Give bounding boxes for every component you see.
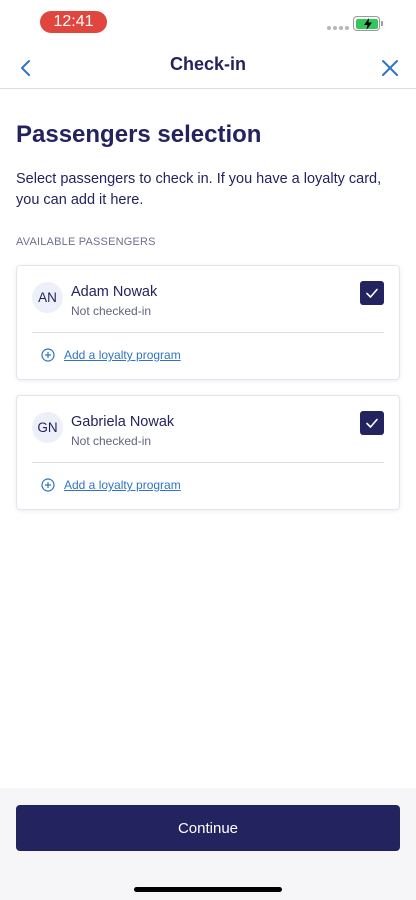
close-button[interactable] [378, 56, 402, 80]
loyalty-link-label[interactable]: Add a loyalty program [64, 348, 181, 362]
battery-icon [353, 16, 380, 31]
page-description: Select passengers to check in. If you ha… [16, 171, 382, 208]
nav-bar: Check-in [0, 44, 416, 89]
footer: Continue [0, 788, 416, 900]
passenger-checkbox[interactable] [360, 281, 384, 305]
checkmark-icon [366, 418, 378, 428]
divider [32, 332, 384, 333]
passenger-name: Adam Nowak [71, 284, 158, 300]
passenger-checkbox[interactable] [360, 411, 384, 435]
loyalty-link-label[interactable]: Add a loyalty program [64, 478, 181, 492]
passenger-name: Gabriela Nowak [71, 414, 175, 430]
nav-title: Check-in [169, 54, 247, 74]
section-label: AVAILABLE PASSENGERS [16, 236, 156, 248]
status-time: 12:41 [40, 11, 107, 33]
battery-nub [381, 21, 383, 26]
continue-button[interactable]: Continue [16, 805, 400, 851]
passenger-card: AN Adam Nowak Not checked-in Add a loyal… [16, 265, 400, 380]
checkmark-icon [366, 288, 378, 298]
avatar: GN [32, 412, 63, 443]
status-bar: 12:41 [0, 0, 416, 44]
avatar: AN [32, 282, 63, 313]
plus-circle-icon [41, 348, 55, 362]
passenger-card: GN Gabriela Nowak Not checked-in Add a l… [16, 395, 400, 510]
divider [32, 462, 384, 463]
home-indicator [134, 887, 282, 892]
passenger-status: Not checked-in [71, 304, 152, 318]
add-loyalty-program-link[interactable]: Add a loyalty program [41, 348, 181, 362]
page-title: Passengers selection [16, 121, 262, 148]
signal-icon [327, 26, 349, 30]
passenger-status: Not checked-in [71, 434, 152, 448]
close-icon [382, 60, 398, 76]
add-loyalty-program-link[interactable]: Add a loyalty program [41, 478, 181, 492]
plus-circle-icon [41, 478, 55, 492]
